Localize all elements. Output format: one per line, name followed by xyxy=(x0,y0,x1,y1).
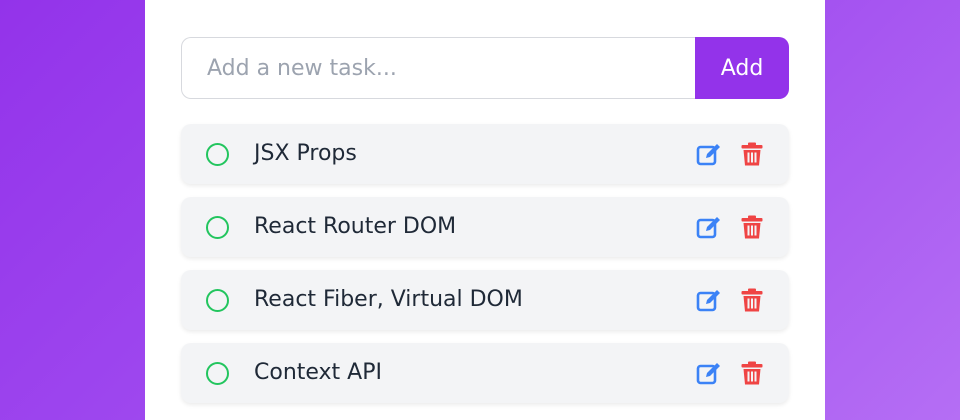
task-item: React Fiber, Virtual DOM xyxy=(181,270,789,330)
add-task-row: Add xyxy=(181,37,789,99)
trash-icon[interactable] xyxy=(739,287,765,313)
task-item: React Router DOM xyxy=(181,197,789,257)
task-text: JSX Props xyxy=(254,141,357,166)
edit-icon[interactable] xyxy=(696,360,722,386)
complete-toggle-circle-icon[interactable] xyxy=(206,362,229,385)
task-item: JSX Props xyxy=(181,124,789,184)
todo-card: Add JSX Props xyxy=(145,0,825,420)
complete-toggle-circle-icon[interactable] xyxy=(206,143,229,166)
edit-icon[interactable] xyxy=(696,141,722,167)
trash-icon[interactable] xyxy=(739,141,765,167)
trash-icon[interactable] xyxy=(739,214,765,240)
add-task-button[interactable]: Add xyxy=(695,37,789,99)
edit-icon[interactable] xyxy=(696,287,722,313)
task-item: Context API xyxy=(181,343,789,403)
task-list: JSX Props React Router DOM React Fiber, … xyxy=(181,124,789,416)
complete-toggle-circle-icon[interactable] xyxy=(206,289,229,312)
new-task-input[interactable] xyxy=(181,37,695,99)
task-text: React Router DOM xyxy=(254,214,457,239)
task-text: React Fiber, Virtual DOM xyxy=(254,287,523,312)
task-text: Context API xyxy=(254,360,382,385)
edit-icon[interactable] xyxy=(696,214,722,240)
complete-toggle-circle-icon[interactable] xyxy=(206,216,229,239)
trash-icon[interactable] xyxy=(739,360,765,386)
